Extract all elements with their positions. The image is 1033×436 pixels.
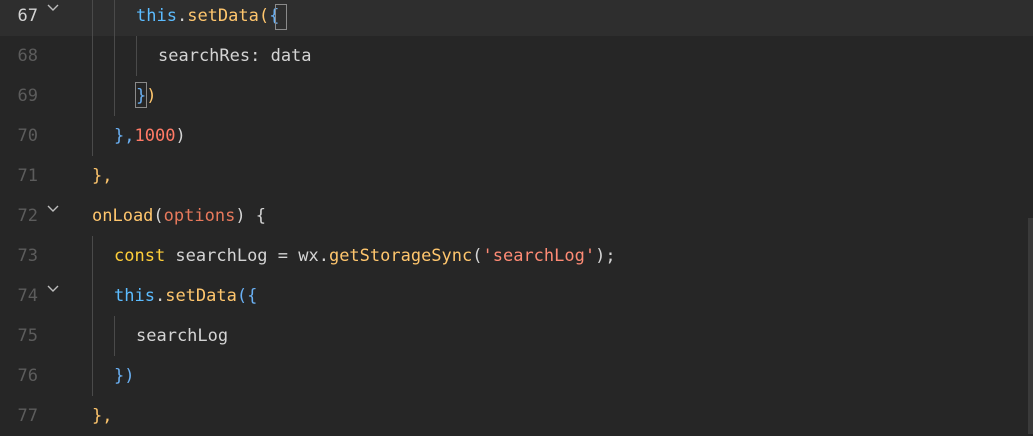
code-line-73[interactable]: 73 const searchLog = wx.getStorageSync('… <box>0 236 1033 276</box>
line-number: 68 <box>17 46 38 66</box>
code-line-75[interactable]: 75 searchLog <box>0 316 1033 356</box>
code-line-67[interactable]: 67 this.setData({ <box>0 0 1033 36</box>
line-number: 69 <box>17 86 38 106</box>
code-text: this.setData({ <box>136 6 280 26</box>
code-line-71[interactable]: 71 }, <box>0 156 1033 196</box>
line-number: 76 <box>17 366 38 386</box>
code-text: searchRes: data <box>158 46 312 66</box>
code-line-70[interactable]: 70 },1000) <box>0 116 1033 156</box>
code-line-74[interactable]: 74 this.setData({ <box>0 276 1033 316</box>
code-text: }, <box>92 406 113 426</box>
indent-guide <box>92 0 93 156</box>
line-number: 74 <box>17 286 38 306</box>
code-line-68[interactable]: 68 searchRes: data <box>0 36 1033 76</box>
code-text: this.setData({ <box>114 286 258 306</box>
code-text: },1000) <box>114 126 186 146</box>
chevron-down-icon[interactable] <box>46 202 60 216</box>
line-number: 72 <box>17 206 38 226</box>
line-number: 71 <box>17 166 38 186</box>
line-number: 67 <box>17 6 38 26</box>
code-text: }, <box>92 166 113 186</box>
code-text: const searchLog = wx.getStorageSync('sea… <box>114 246 616 266</box>
line-number: 70 <box>17 126 38 146</box>
bracket-match-highlight <box>275 4 287 30</box>
chevron-down-icon[interactable] <box>46 1 60 15</box>
code-line-76[interactable]: 76 }) <box>0 356 1033 396</box>
bracket-match-highlight <box>135 82 147 108</box>
line-number: 77 <box>17 406 38 426</box>
indent-guide <box>114 316 115 356</box>
chevron-down-icon[interactable] <box>46 282 60 296</box>
code-line-77[interactable]: 77 }, <box>0 396 1033 436</box>
code-text: onLoad(options) { <box>92 206 267 226</box>
scrollbar[interactable] <box>1028 218 1033 434</box>
indent-guide <box>114 0 115 116</box>
code-line-69[interactable]: 69 }) <box>0 76 1033 116</box>
code-text: }) <box>114 366 135 386</box>
line-number: 75 <box>17 326 38 346</box>
code-editor[interactable]: 67 this.setData({ 68 searchRes: data 69 … <box>0 0 1033 434</box>
code-text: searchLog <box>136 326 229 346</box>
line-number: 73 <box>17 246 38 266</box>
indent-guide <box>92 236 93 396</box>
code-line-72[interactable]: 72 onLoad(options) { <box>0 196 1033 236</box>
indent-guide <box>136 36 137 76</box>
